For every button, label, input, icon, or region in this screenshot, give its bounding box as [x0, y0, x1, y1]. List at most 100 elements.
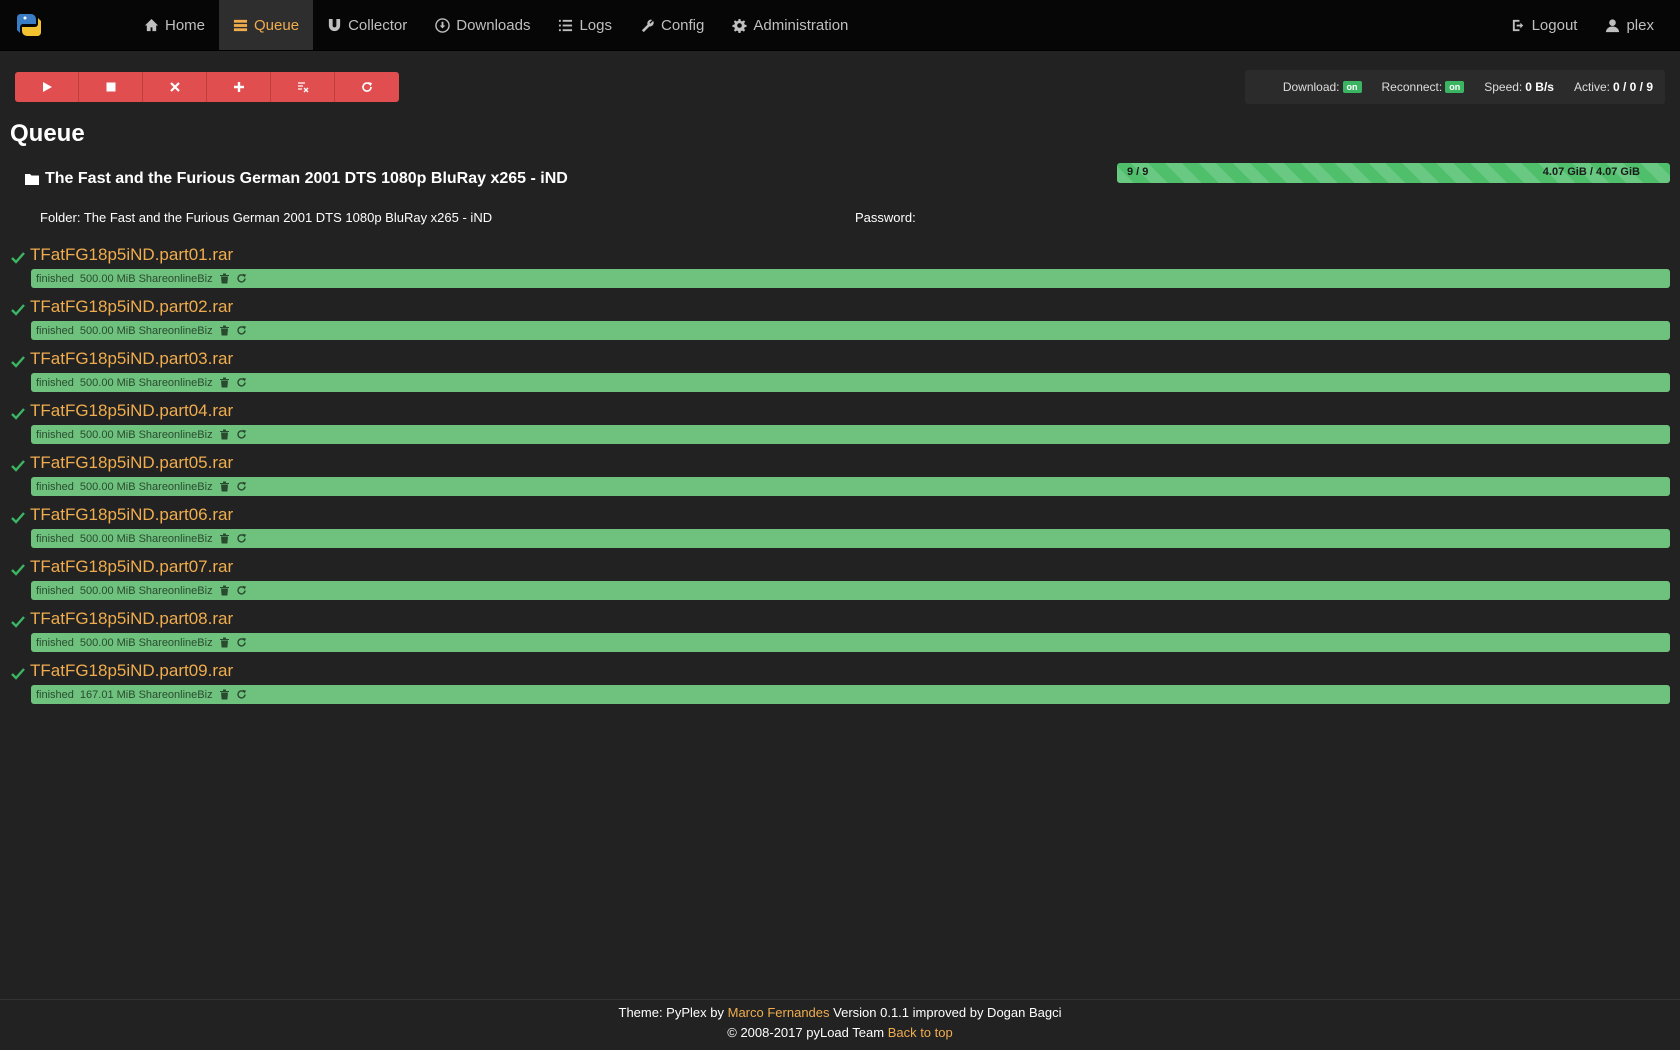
- link-status-bar: finished 500.00 MiB ShareonlineBiz: [31, 477, 1670, 496]
- link-row: TFatFG18p5iND.part01.rar finished 500.00 M…: [0, 244, 1680, 296]
- nav-administration-label: Administration: [753, 16, 849, 34]
- add-icon: [233, 82, 244, 92]
- link-status: finished: [36, 584, 74, 597]
- link-status: finished: [36, 428, 74, 441]
- download-toggle[interactable]: on: [1342, 81, 1362, 93]
- trash-icon[interactable]: [219, 585, 230, 596]
- nav-home[interactable]: Home: [130, 0, 219, 50]
- active-value: 0 / 0 / 9: [1612, 80, 1653, 94]
- package-progress-count: 9 / 9: [1127, 166, 1149, 178]
- link-row: TFatFG18p5iND.part07.rar finished 500.00 M…: [0, 556, 1680, 608]
- pyload-logo-icon: [16, 14, 42, 36]
- nav-logs[interactable]: Logs: [544, 0, 626, 50]
- link-size: 500.00 MiB: [79, 636, 136, 649]
- footer: Theme: PyPlex by Marco Fernandes Version…: [0, 999, 1680, 1050]
- trash-icon[interactable]: [219, 273, 230, 284]
- check-icon: [11, 512, 25, 524]
- user-nav: Logout plex: [1497, 0, 1680, 50]
- restart-link-icon[interactable]: [236, 637, 247, 648]
- link-name[interactable]: TFatFG18p5iND.part09.rar: [30, 661, 233, 681]
- link-name[interactable]: TFatFG18p5iND.part04.rar: [30, 401, 233, 421]
- link-size: 500.00 MiB: [79, 324, 136, 337]
- reconnect-toggle[interactable]: on: [1445, 81, 1465, 93]
- trash-icon[interactable]: [219, 429, 230, 440]
- main-nav: Home Queue Collector Downloads Logs Conf…: [130, 0, 862, 50]
- footer-author-link[interactable]: Marco Fernandes: [728, 1005, 830, 1020]
- link-name[interactable]: TFatFG18p5iND.part01.rar: [30, 245, 233, 265]
- check-icon: [11, 252, 25, 264]
- nav-logs-label: Logs: [579, 16, 612, 34]
- trash-icon[interactable]: [219, 377, 230, 388]
- user-name: plex: [1626, 16, 1654, 34]
- link-status: finished: [36, 532, 74, 545]
- restart-link-icon[interactable]: [236, 689, 247, 700]
- check-icon: [11, 460, 25, 472]
- link-name[interactable]: TFatFG18p5iND.part07.rar: [30, 557, 233, 577]
- link-row: TFatFG18p5iND.part05.rar finished 500.00 M…: [0, 452, 1680, 504]
- speed-label: Speed:: [1484, 80, 1523, 94]
- package-header[interactable]: The Fast and the Furious German 2001 DTS…: [25, 170, 568, 188]
- link-row: TFatFG18p5iND.part03.rar finished 500.00 M…: [0, 348, 1680, 400]
- cancel-button[interactable]: [143, 72, 207, 102]
- nav-administration[interactable]: Administration: [718, 0, 862, 50]
- trash-icon[interactable]: [219, 533, 230, 544]
- link-row: TFatFG18p5iND.part02.rar finished 500.00 M…: [0, 296, 1680, 348]
- user-menu[interactable]: plex: [1591, 0, 1668, 50]
- magnet-icon: [328, 18, 341, 31]
- link-row: TFatFG18p5iND.part09.rar finished 167.01 M…: [0, 660, 1680, 712]
- restart-link-icon[interactable]: [236, 377, 247, 388]
- brand[interactable]: [0, 0, 130, 50]
- queue-toolbar: [15, 72, 399, 102]
- link-name[interactable]: TFatFG18p5iND.part08.rar: [30, 609, 233, 629]
- active-status: Active: 0 / 0 / 9: [1574, 80, 1653, 94]
- link-size: 500.00 MiB: [79, 272, 136, 285]
- nav-config[interactable]: Config: [626, 0, 718, 50]
- trash-icon[interactable]: [219, 325, 230, 336]
- check-icon: [11, 304, 25, 316]
- restart-link-icon[interactable]: [236, 325, 247, 336]
- link-host: ShareonlineBiz: [138, 324, 213, 337]
- link-name[interactable]: TFatFG18p5iND.part03.rar: [30, 349, 233, 369]
- user-icon: [1606, 18, 1620, 32]
- link-status-bar: finished 167.01 MiB ShareonlineBiz: [31, 685, 1670, 704]
- restart-failed-button[interactable]: [335, 72, 399, 102]
- add-button[interactable]: [207, 72, 271, 102]
- trash-icon[interactable]: [219, 689, 230, 700]
- link-host: ShareonlineBiz: [138, 532, 213, 545]
- trash-icon[interactable]: [219, 481, 230, 492]
- link-name[interactable]: TFatFG18p5iND.part05.rar: [30, 453, 233, 473]
- nav-collector[interactable]: Collector: [313, 0, 421, 50]
- link-size: 500.00 MiB: [79, 428, 136, 441]
- package-password: Password:: [855, 210, 916, 225]
- clear-finished-button[interactable]: [271, 72, 335, 102]
- link-status: finished: [36, 272, 74, 285]
- link-size: 500.00 MiB: [79, 480, 136, 493]
- cancel-icon: [169, 82, 180, 92]
- home-icon: [144, 18, 159, 31]
- restart-link-icon[interactable]: [236, 533, 247, 544]
- link-size: 500.00 MiB: [79, 584, 136, 597]
- download-status: Download: on: [1283, 80, 1362, 94]
- wrench-icon: [641, 19, 654, 32]
- stop-button[interactable]: [79, 72, 143, 102]
- link-status-bar: finished 500.00 MiB ShareonlineBiz: [31, 633, 1670, 652]
- nav-home-label: Home: [165, 16, 206, 34]
- trash-icon[interactable]: [219, 637, 230, 648]
- link-status-bar: finished 500.00 MiB ShareonlineBiz: [31, 581, 1670, 600]
- link-name[interactable]: TFatFG18p5iND.part02.rar: [30, 297, 233, 317]
- restart-link-icon[interactable]: [236, 429, 247, 440]
- nav-queue[interactable]: Queue: [219, 0, 314, 50]
- restart-link-icon[interactable]: [236, 481, 247, 492]
- link-row: TFatFG18p5iND.part06.rar finished 500.00 M…: [0, 504, 1680, 556]
- start-button[interactable]: [15, 72, 79, 102]
- link-host: ShareonlineBiz: [138, 584, 213, 597]
- link-name[interactable]: TFatFG18p5iND.part06.rar: [30, 505, 233, 525]
- logout-link[interactable]: Logout: [1497, 0, 1592, 50]
- restart-link-icon[interactable]: [236, 273, 247, 284]
- nav-downloads[interactable]: Downloads: [421, 0, 544, 50]
- restart-link-icon[interactable]: [236, 585, 247, 596]
- link-status: finished: [36, 688, 74, 701]
- package-progress: 9 / 9 4.07 GiB / 4.07 GiB: [1117, 163, 1670, 183]
- link-status: finished: [36, 324, 74, 337]
- back-to-top-link[interactable]: Back to top: [888, 1025, 953, 1040]
